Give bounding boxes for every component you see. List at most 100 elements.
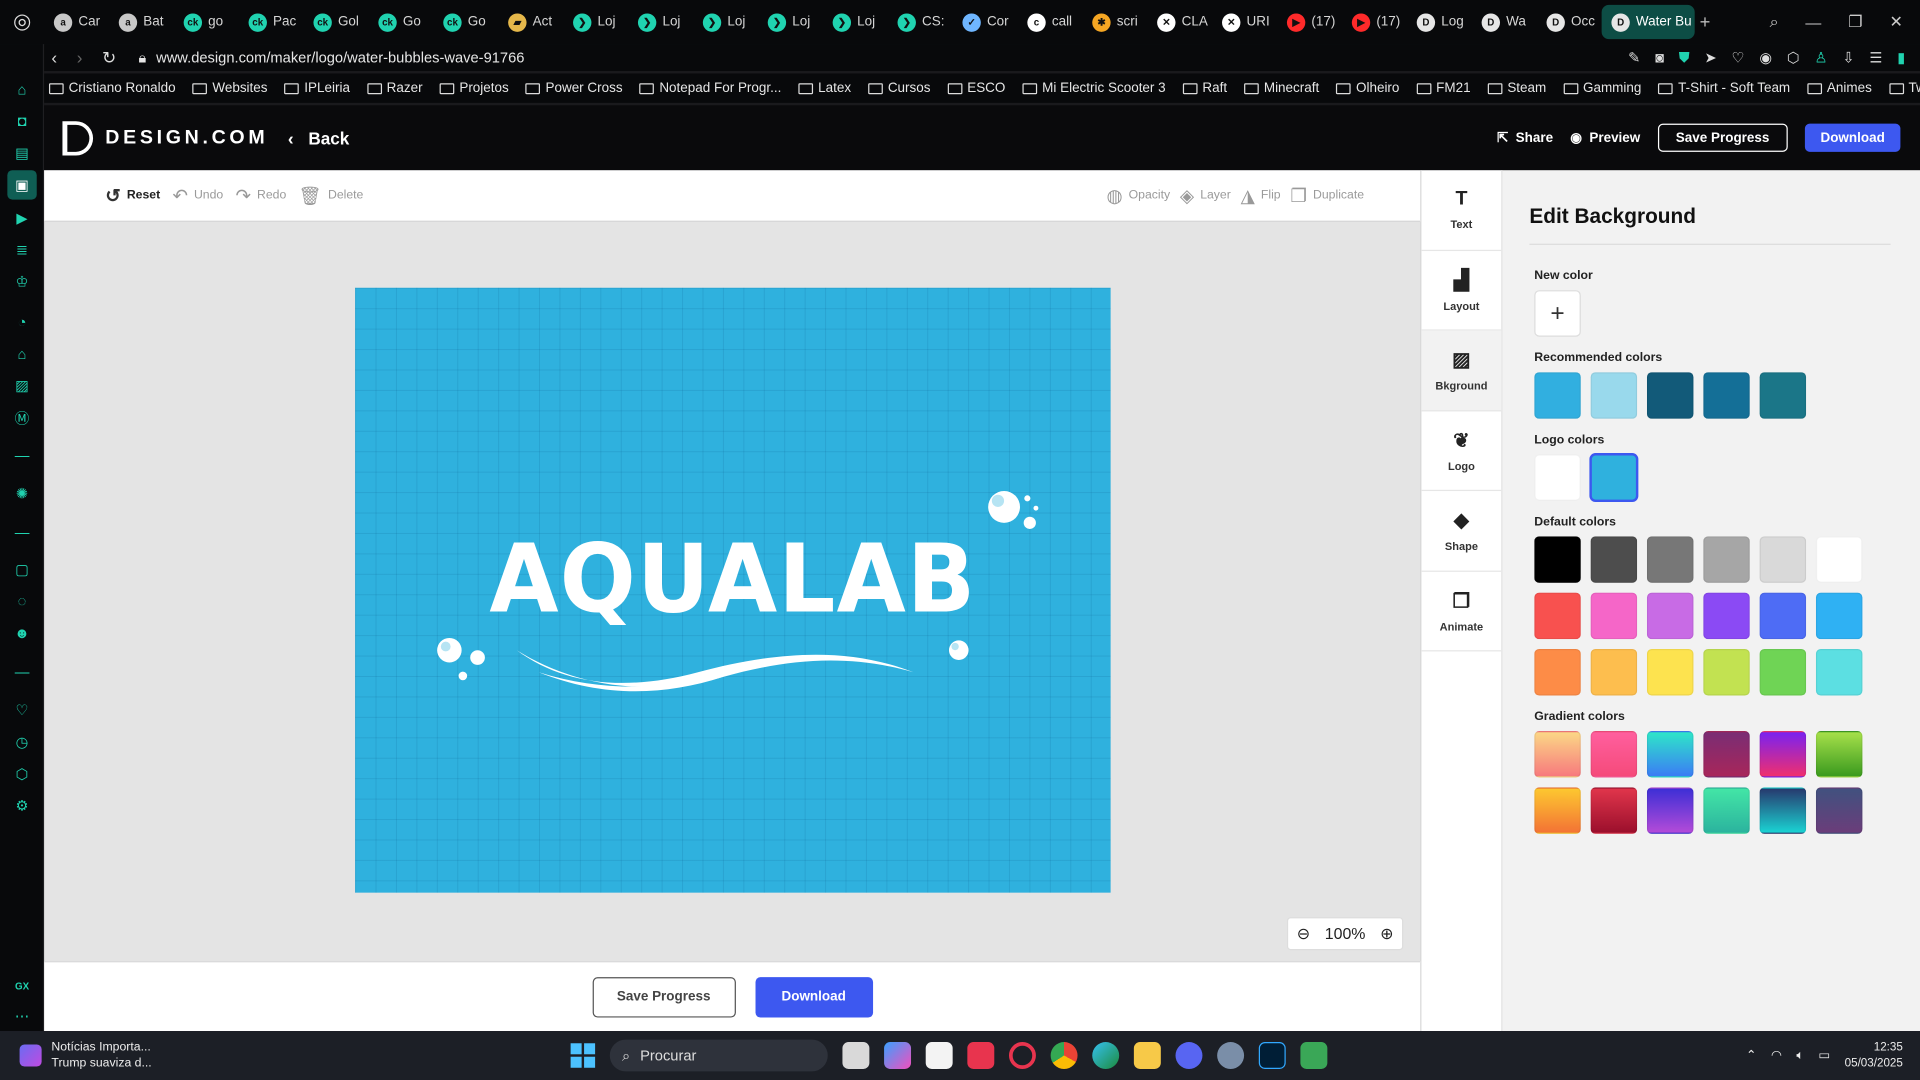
store-icon[interactable] xyxy=(925,1042,953,1069)
bookmark-item[interactable]: Websites xyxy=(192,81,268,96)
tab-search-icon[interactable]: ⌕ xyxy=(1770,12,1779,32)
photoshop-icon[interactable] xyxy=(1258,1042,1286,1069)
gauge-icon[interactable]: ◔ xyxy=(11,311,33,333)
gradient-color-swatch[interactable] xyxy=(1590,731,1638,778)
tab[interactable]: ✱ scri xyxy=(1082,5,1147,39)
color-wheel-icon[interactable]: ◉ xyxy=(1759,48,1772,66)
close-window-button[interactable]: ✕ xyxy=(1890,12,1903,32)
gradient-color-swatch[interactable] xyxy=(1759,731,1807,778)
tab[interactable]: ❯ Loj xyxy=(628,5,693,39)
bookmark-item[interactable]: Notepad For Progr... xyxy=(639,81,781,96)
default-color-swatch[interactable] xyxy=(1703,592,1750,640)
forward-nav-icon[interactable]: › xyxy=(77,47,83,68)
chrome-icon[interactable] xyxy=(1050,1042,1078,1069)
taskbar-search[interactable]: ⌕ Procurar xyxy=(609,1039,828,1072)
home-icon[interactable]: ⌂ xyxy=(11,78,33,100)
design-com-logo[interactable]: DESIGN.COM xyxy=(62,120,268,155)
downloads-icon[interactable]: ⇩ xyxy=(1842,48,1854,66)
rail-shape-button[interactable]: ◆ Shape xyxy=(1421,491,1502,572)
file-explorer-icon[interactable] xyxy=(1133,1042,1161,1069)
discord-icon[interactable]: ☻ xyxy=(11,622,33,644)
back-link[interactable]: ‹ Back xyxy=(288,128,349,148)
shopping-bag-icon[interactable]: ▣ xyxy=(7,170,37,200)
default-color-swatch[interactable] xyxy=(1534,648,1581,696)
url-field[interactable]: 🔒︎ www.design.com/maker/logo/water-bubbl… xyxy=(138,48,524,66)
tab[interactable]: a Bat xyxy=(109,5,174,39)
header-download-button[interactable]: Download xyxy=(1804,123,1901,152)
rail-text-button[interactable]: T Text xyxy=(1421,170,1502,251)
rail-animate-button[interactable]: ❐ Animate xyxy=(1421,571,1502,652)
bookmark-item[interactable]: IPLeiria xyxy=(284,81,350,96)
bookmark-item[interactable]: Mi Electric Scooter 3 xyxy=(1022,81,1166,96)
recommended-color-swatch[interactable] xyxy=(1759,372,1807,419)
logo-text[interactable]: AQUALAB xyxy=(355,525,1111,635)
bookmark-item[interactable]: Razer xyxy=(367,81,423,96)
gradient-color-swatch[interactable] xyxy=(1703,731,1750,778)
wifi-icon[interactable]: ◠ xyxy=(1771,1049,1782,1062)
crown-icon[interactable]: ♔ xyxy=(11,271,33,293)
tab[interactable]: D Occ xyxy=(1537,5,1602,39)
default-color-swatch[interactable] xyxy=(1646,536,1694,583)
gradient-color-swatch[interactable] xyxy=(1759,787,1807,834)
tab-active[interactable]: D Water Bu xyxy=(1601,4,1695,40)
whatsapp-icon[interactable]: ◌ xyxy=(11,590,33,612)
delete-button[interactable]: 🗑︎ Delete xyxy=(299,184,364,207)
extensions-cube-icon[interactable]: ⬡ xyxy=(11,763,33,785)
bookmark-item[interactable]: Latex xyxy=(798,81,851,96)
edge-icon[interactable] xyxy=(1092,1042,1120,1069)
rail-layout-button[interactable]: ▟ Layout xyxy=(1421,250,1502,331)
default-color-swatch[interactable] xyxy=(1590,648,1638,696)
opera-gx-icon[interactable] xyxy=(1008,1042,1036,1069)
news-widget[interactable]: Notícias Importa... Trump suaviza d... xyxy=(0,1040,152,1072)
volume-icon[interactable]: 🔈︎ xyxy=(1796,1049,1803,1062)
default-color-swatch[interactable] xyxy=(1759,536,1807,583)
slash-box-icon[interactable]: ▨ xyxy=(11,375,33,397)
zoom-in-icon[interactable]: ⊕ xyxy=(1380,924,1393,944)
chatgpt-icon[interactable]: ✺ xyxy=(11,482,33,504)
maximize-button[interactable]: ❐ xyxy=(1848,12,1862,32)
tab[interactable]: ck go xyxy=(174,5,239,39)
add-color-button[interactable]: + xyxy=(1534,290,1581,337)
bookmark-item[interactable]: Animes xyxy=(1807,81,1872,96)
download-button[interactable]: Download xyxy=(754,976,873,1017)
tab[interactable]: ck Go xyxy=(433,5,498,39)
bookmark-item[interactable]: FM21 xyxy=(1416,81,1471,96)
reset-button[interactable]: ↺ Reset xyxy=(105,184,160,207)
minimize-button[interactable]: — xyxy=(1805,13,1821,31)
favorites-heart-icon[interactable]: ♡ xyxy=(11,699,33,721)
gx-icon[interactable]: GX xyxy=(11,975,33,997)
zoom-out-icon[interactable]: ⊖ xyxy=(1297,924,1310,944)
tab[interactable]: ❯ Loj xyxy=(823,5,888,39)
logo-color-swatch[interactable] xyxy=(1589,453,1639,503)
tab[interactable]: D Log xyxy=(1407,5,1472,39)
list-icon[interactable]: ≣ xyxy=(11,239,33,261)
sidebar-toggle-icon[interactable]: ▮ xyxy=(1897,48,1905,66)
media-icon[interactable] xyxy=(1300,1042,1328,1069)
back-nav-icon[interactable]: ‹ xyxy=(51,47,57,68)
tab[interactable]: ❯ Loj xyxy=(758,5,823,39)
tab[interactable]: ✕ URI xyxy=(1212,5,1277,39)
camera-icon[interactable]: ◙ xyxy=(1655,48,1664,66)
preview-button[interactable]: ◉ Preview xyxy=(1570,130,1640,145)
default-color-swatch[interactable] xyxy=(1815,592,1863,640)
tab[interactable]: ck Go xyxy=(369,5,434,39)
rail-logo-button[interactable]: ❦ Logo xyxy=(1421,411,1502,492)
tab[interactable]: D Wa xyxy=(1472,5,1537,39)
notes-icon[interactable]: ▤ xyxy=(11,142,33,164)
app-icon[interactable] xyxy=(1217,1042,1245,1069)
bookmark-item[interactable]: Minecraft xyxy=(1244,81,1319,96)
mod-icon[interactable]: Ⓜ xyxy=(11,407,33,429)
default-color-swatch[interactable] xyxy=(1590,536,1638,583)
reload-icon[interactable]: ↻ xyxy=(102,47,116,68)
player-icon[interactable]: ▶ xyxy=(11,207,33,229)
default-color-swatch[interactable] xyxy=(1703,648,1750,696)
tray-chevron-icon[interactable]: ⌃ xyxy=(1746,1049,1756,1062)
recommended-color-swatch[interactable] xyxy=(1646,372,1694,419)
tab[interactable]: ▶ (17) xyxy=(1277,5,1342,39)
bookmark-item[interactable]: Gamming xyxy=(1563,81,1641,96)
twitch-icon[interactable]: ▢ xyxy=(11,558,33,580)
duplicate-button[interactable]: ❐ Duplicate xyxy=(1290,184,1364,207)
tab[interactable]: ▰ Act xyxy=(498,5,563,39)
default-color-swatch[interactable] xyxy=(1759,648,1807,696)
tab[interactable]: ✕ CLA xyxy=(1147,5,1212,39)
